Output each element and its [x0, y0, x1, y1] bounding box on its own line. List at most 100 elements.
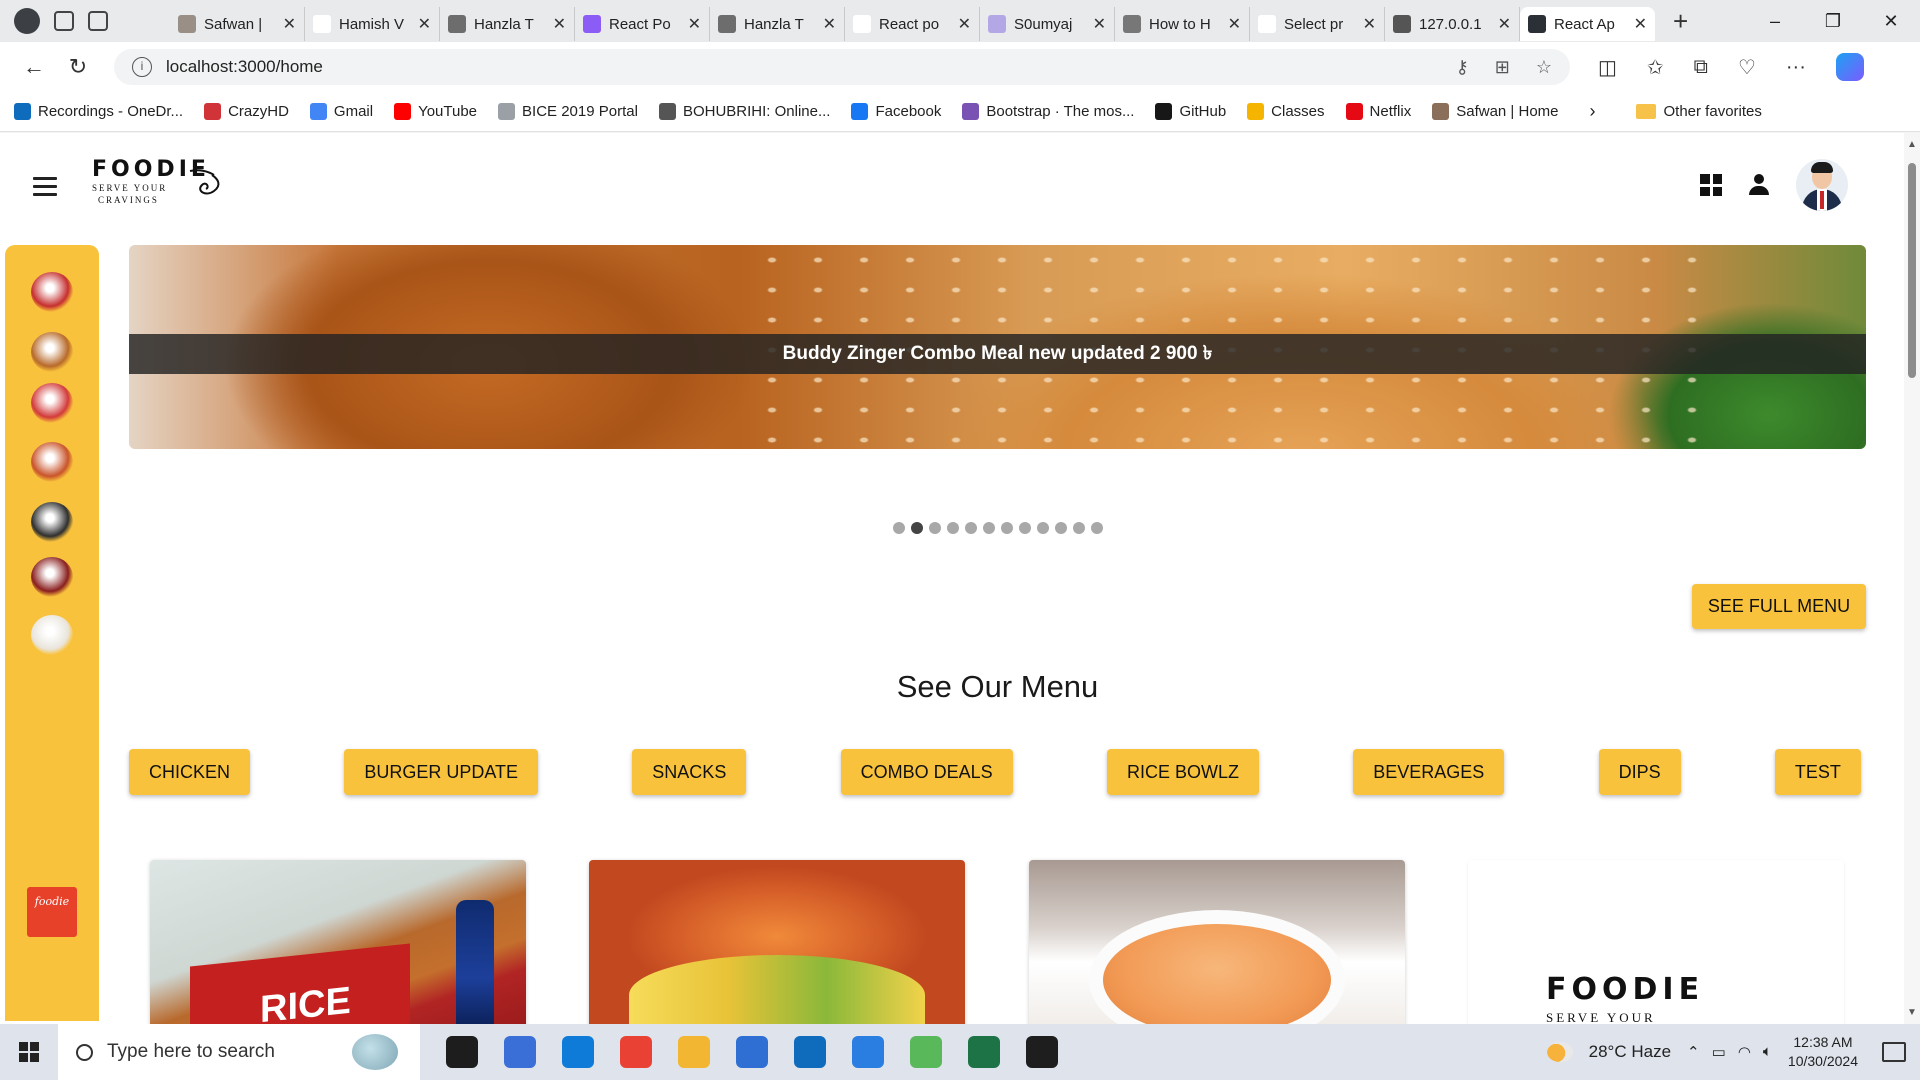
browser-essentials-icon[interactable]: ♡	[1738, 55, 1756, 80]
minimize-icon[interactable]: –	[1746, 11, 1804, 32]
reload-icon[interactable]: ↻	[56, 54, 100, 80]
browser-tab[interactable]: Select pr ✕	[1250, 7, 1385, 41]
bookmark-item[interactable]: Netflix	[1345, 103, 1411, 120]
scroll-down-arrow-icon[interactable]: ▼	[1907, 1007, 1917, 1018]
see-full-menu-button[interactable]: SEE FULL MENU	[1692, 584, 1866, 629]
sidebar-item-snacks-bucket[interactable]	[27, 378, 77, 428]
workspaces-icon[interactable]	[54, 11, 74, 31]
tab-close-icon[interactable]: ✕	[1228, 14, 1241, 34]
category-button-beverages[interactable]: BEVERAGES	[1353, 749, 1505, 795]
tab-close-icon[interactable]: ✕	[688, 14, 701, 34]
category-button-chicken[interactable]: CHICKEN	[129, 749, 251, 795]
close-window-icon[interactable]: ✕	[1862, 11, 1920, 32]
user-icon[interactable]	[1748, 174, 1770, 196]
menu-card-chicken-rice-combo[interactable]: RICE	[150, 860, 526, 1024]
taskbar-search-box[interactable]: Type here to search	[58, 1024, 420, 1080]
url-text[interactable]: localhost:3000/home	[166, 57, 1442, 77]
browser-tab[interactable]: Hanzla T ✕	[440, 7, 575, 41]
carousel-dot[interactable]	[1018, 522, 1031, 534]
bookmark-item[interactable]: GitHub	[1155, 103, 1226, 120]
carousel-dot[interactable]	[1090, 522, 1103, 534]
menu-card-placeholder-logo[interactable]: FOODIE SERVE YOUR	[1468, 860, 1844, 1024]
tab-close-icon[interactable]: ✕	[1498, 14, 1511, 34]
bookmark-item[interactable]: Gmail	[309, 103, 373, 120]
browser-tab[interactable]: Hanzla T ✕	[710, 7, 845, 41]
page-scrollbar[interactable]: ▲ ▼	[1904, 133, 1920, 1024]
site-info-icon[interactable]: i	[132, 57, 152, 77]
address-bar[interactable]: i localhost:3000/home ⚷ ⊞ ☆	[114, 49, 1570, 85]
browser-tab[interactable]: React po ✕	[845, 7, 980, 41]
taskbar-app-icon[interactable]	[1026, 1036, 1058, 1068]
weather-text[interactable]: 28°C Haze	[1589, 1042, 1671, 1062]
taskbar-app-icon[interactable]	[910, 1036, 942, 1068]
password-key-icon[interactable]: ⚷	[1456, 57, 1469, 78]
weather-icon[interactable]	[1546, 1042, 1573, 1062]
battery-icon[interactable]: ▭	[1712, 1043, 1726, 1061]
bookmark-item[interactable]: BICE 2019 Portal	[498, 103, 638, 120]
copilot-icon[interactable]	[1835, 53, 1864, 81]
carousel-dot[interactable]	[1054, 522, 1067, 534]
taskbar-app-icon[interactable]	[794, 1036, 826, 1068]
carousel-dot[interactable]	[892, 522, 905, 534]
taskbar-app-icon[interactable]	[504, 1036, 536, 1068]
browser-tab[interactable]: React Ap ✕	[1520, 7, 1655, 41]
sidebar-item-dip[interactable]	[27, 610, 77, 660]
carousel-dot[interactable]	[982, 522, 995, 534]
collections-icon[interactable]: ⧉	[1694, 56, 1708, 79]
tab-close-icon[interactable]: ✕	[418, 14, 431, 34]
volume-icon[interactable]: 🔈︎	[1763, 1043, 1772, 1061]
taskbar-app-icon[interactable]	[852, 1036, 884, 1068]
tab-close-icon[interactable]: ✕	[553, 14, 566, 34]
scrollbar-thumb[interactable]	[1908, 163, 1916, 378]
carousel-dot[interactable]	[910, 522, 923, 534]
back-arrow-icon[interactable]: ←	[12, 54, 56, 80]
bookmark-item[interactable]: Bootstrap · The mos...	[962, 103, 1134, 120]
taskbar-app-icon[interactable]	[678, 1036, 710, 1068]
tab-close-icon[interactable]: ✕	[958, 14, 971, 34]
more-options-icon[interactable]: ···	[1786, 56, 1806, 79]
promo-carousel[interactable]: Buddy Zinger Combo Meal new updated 2 90…	[129, 245, 1866, 449]
split-screen-icon[interactable]: ◫	[1598, 55, 1617, 80]
taskbar-clock[interactable]: 12:38 AM 10/30/2024	[1788, 1033, 1858, 1071]
browser-tab[interactable]: S0umyaj ✕	[980, 7, 1115, 41]
sidebar-item-beverage[interactable]	[27, 552, 77, 602]
category-button-dips[interactable]: DIPS	[1598, 749, 1681, 795]
start-button[interactable]	[0, 1042, 58, 1062]
profile-avatar-icon[interactable]	[14, 8, 40, 34]
browser-tab[interactable]: Hamish V ✕	[305, 7, 440, 41]
bookmark-item[interactable]: Facebook	[851, 103, 941, 120]
menu-card-dip[interactable]	[1029, 860, 1405, 1024]
sidebar-item-combo-deal[interactable]	[27, 437, 77, 487]
tab-close-icon[interactable]: ✕	[283, 14, 296, 34]
bookmark-item[interactable]: Recordings - OneDr...	[14, 103, 183, 120]
carousel-dot[interactable]	[964, 522, 977, 534]
scroll-up-arrow-icon[interactable]: ▲	[1907, 139, 1917, 150]
taskbar-app-icon[interactable]	[736, 1036, 768, 1068]
category-button-rice-bowlz[interactable]: RICE BOWLZ	[1106, 749, 1259, 795]
favorite-star-icon[interactable]: ☆	[1536, 57, 1552, 78]
notifications-icon[interactable]	[1882, 1042, 1906, 1062]
category-button-burger-update[interactable]: BURGER UPDATE	[344, 749, 538, 795]
sidebar-item-chicken-bucket[interactable]	[27, 267, 77, 317]
chevron-right-icon[interactable]: ›	[1590, 101, 1596, 122]
tab-close-icon[interactable]: ✕	[1363, 14, 1376, 34]
new-tab-button[interactable]: +	[1655, 6, 1706, 37]
browser-tab[interactable]: How to H ✕	[1115, 7, 1250, 41]
carousel-dot[interactable]	[1072, 522, 1085, 534]
app-available-icon[interactable]: ⊞	[1495, 57, 1510, 78]
tab-actions-icon[interactable]	[88, 11, 108, 31]
carousel-dot[interactable]	[928, 522, 941, 534]
sidebar-foodie-brand-tile[interactable]: foodie	[27, 887, 77, 937]
chevron-up-icon[interactable]: ⌃	[1687, 1043, 1700, 1061]
taskbar-app-icon[interactable]	[446, 1036, 478, 1068]
bookmark-item[interactable]: YouTube	[394, 103, 477, 120]
other-favorites[interactable]: Other favorites	[1635, 103, 1762, 120]
menu-card-rice-bowl[interactable]	[589, 860, 965, 1024]
bookmark-item[interactable]: Safwan | Home	[1432, 103, 1559, 120]
bookmark-item[interactable]: BOHUBRIHI: Online...	[658, 103, 830, 120]
tab-close-icon[interactable]: ✕	[1634, 14, 1647, 34]
tab-close-icon[interactable]: ✕	[823, 14, 836, 34]
bookmark-item[interactable]: Classes	[1247, 103, 1325, 120]
carousel-dot[interactable]	[1000, 522, 1013, 534]
taskbar-app-icon[interactable]	[620, 1036, 652, 1068]
